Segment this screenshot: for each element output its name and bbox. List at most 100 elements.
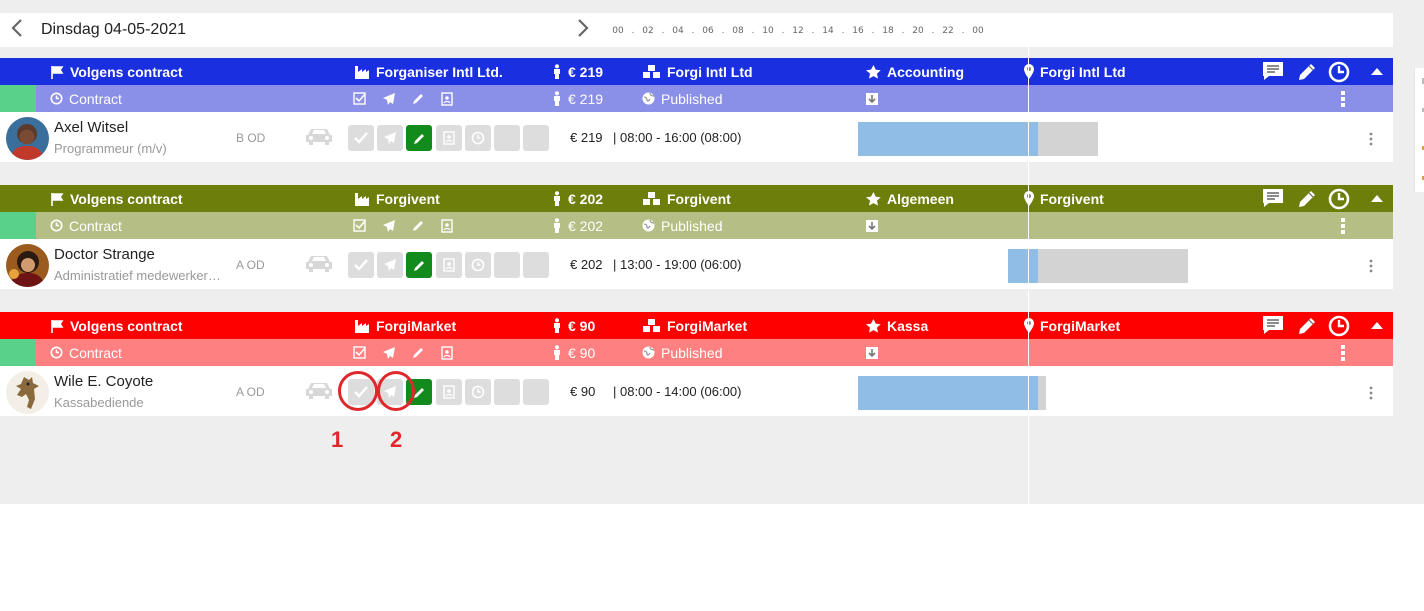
comment-icon[interactable]	[1262, 61, 1286, 83]
map-pin-icon	[1024, 191, 1034, 206]
planned-shift-bar[interactable]	[858, 376, 1038, 410]
employee-name[interactable]: Doctor Strange	[54, 246, 155, 263]
contact-button[interactable]	[436, 379, 462, 405]
hour-tick: .	[931, 26, 935, 36]
download-box-icon[interactable]	[866, 219, 890, 241]
clock-icon[interactable]	[1328, 188, 1352, 210]
download-box-icon[interactable]	[866, 92, 890, 114]
employee-row[interactable]: Axel Witsel Programmeur (m/v) B OD € 219…	[0, 112, 1393, 162]
factory-icon	[355, 192, 369, 206]
empty-action-button[interactable]	[523, 379, 549, 405]
comment-icon[interactable]	[1262, 188, 1286, 210]
hour-tick: .	[811, 26, 815, 36]
hour-tick: 16	[852, 26, 864, 36]
contact-button[interactable]	[436, 125, 462, 151]
chevron-left-icon[interactable]	[10, 18, 30, 42]
factory-icon	[355, 319, 369, 333]
contact-card-icon	[441, 91, 453, 106]
kebab-menu-icon[interactable]	[1338, 90, 1362, 112]
flag-icon	[51, 65, 64, 79]
group-header[interactable]: Volgens contract Forganiser Intl Ltd. € …	[0, 58, 1393, 85]
clock-icon[interactable]	[1328, 315, 1352, 337]
chevron-right-icon[interactable]	[576, 18, 596, 42]
send-button[interactable]	[377, 252, 403, 278]
remaining-shift-bar[interactable]	[1038, 122, 1098, 156]
employee-role: Kassabediende	[54, 395, 144, 410]
caret-up-icon[interactable]	[1369, 63, 1393, 85]
employee-name[interactable]: Axel Witsel	[54, 119, 128, 136]
car-icon[interactable]	[304, 126, 334, 151]
contract-label: Volgens contract	[70, 190, 183, 207]
kebab-menu-icon[interactable]	[1338, 217, 1362, 239]
contract-status: Contract	[50, 85, 122, 112]
hour-tick: 08	[732, 26, 744, 36]
empty-action-button[interactable]	[523, 125, 549, 151]
clock-icon[interactable]	[1328, 61, 1352, 83]
employee-row[interactable]: Doctor Strange Administratief medewerker…	[0, 239, 1393, 289]
send-icon	[384, 132, 396, 144]
hour-tick: 18	[882, 26, 894, 36]
edit-button[interactable]	[406, 125, 432, 151]
employee-name[interactable]: Wile E. Coyote	[54, 373, 153, 390]
pencil-icon[interactable]	[1296, 61, 1320, 83]
kebab-menu-icon[interactable]	[1338, 344, 1362, 366]
checkbox-icon	[353, 92, 366, 105]
pencil-small-icon	[413, 221, 423, 231]
star-icon	[866, 64, 881, 79]
kebab-menu-icon[interactable]	[1366, 386, 1376, 400]
map-pin-icon	[1024, 318, 1034, 333]
cost-label: € 219	[568, 63, 604, 80]
avatar[interactable]	[6, 244, 49, 287]
status-strip	[0, 339, 36, 366]
group-header[interactable]: Volgens contract Forgivent € 202 Forgive…	[0, 185, 1393, 212]
avatar[interactable]	[6, 117, 49, 160]
employee-row[interactable]: Wile E. Coyote Kassabediende A OD € 90 |…	[0, 366, 1393, 416]
contact-card-icon	[443, 385, 455, 399]
clock-button[interactable]	[465, 125, 491, 151]
caret-up-icon[interactable]	[1369, 190, 1393, 212]
empty-action-button[interactable]	[494, 252, 520, 278]
status-label: Contract	[69, 90, 122, 107]
clock-button[interactable]	[465, 252, 491, 278]
sub-action-icons	[353, 339, 453, 366]
employee-code: B OD	[236, 131, 266, 145]
send-button[interactable]	[377, 125, 403, 151]
planned-shift-bar[interactable]	[1008, 249, 1038, 283]
annotation-label-1: 1	[331, 427, 344, 452]
contact-button[interactable]	[436, 252, 462, 278]
download-box-icon[interactable]	[866, 346, 890, 368]
comment-icon[interactable]	[1262, 315, 1286, 337]
cost-label: € 202	[568, 190, 604, 207]
approve-button[interactable]	[348, 252, 374, 278]
kebab-menu-icon[interactable]	[1366, 259, 1376, 273]
clock-button[interactable]	[465, 379, 491, 405]
clock-icon	[471, 258, 485, 272]
caret-up-icon[interactable]	[1369, 317, 1393, 339]
employee-code: A OD	[236, 258, 265, 272]
car-icon[interactable]	[304, 253, 334, 278]
empty-action-button[interactable]	[523, 252, 549, 278]
remaining-shift-bar[interactable]	[1038, 376, 1046, 410]
star-icon	[866, 318, 881, 333]
empty-action-button[interactable]	[494, 125, 520, 151]
hour-tick: .	[871, 26, 875, 36]
planned-shift-bar[interactable]	[858, 122, 1038, 156]
contract-status: Contract	[50, 212, 122, 239]
kebab-menu-icon[interactable]	[1366, 132, 1376, 146]
avatar[interactable]	[6, 371, 49, 414]
location: Forgi Intl Ltd	[1024, 58, 1126, 85]
edit-button[interactable]	[406, 252, 432, 278]
hour-tick: 06	[702, 26, 714, 36]
cost-label: € 90	[568, 317, 596, 334]
employee-cost: € 90	[570, 384, 596, 399]
empty-action-button[interactable]	[494, 379, 520, 405]
car-icon[interactable]	[304, 380, 334, 405]
publish-label: Published	[661, 344, 723, 361]
pencil-icon[interactable]	[1296, 188, 1320, 210]
client-label: Forgi Intl Ltd	[667, 63, 753, 80]
pencil-icon[interactable]	[1296, 315, 1320, 337]
group-header[interactable]: Volgens contract ForgiMarket € 90 ForgiM…	[0, 312, 1393, 339]
approve-button[interactable]	[348, 125, 374, 151]
contract-type: Volgens contract	[50, 58, 183, 85]
remaining-shift-bar[interactable]	[1038, 249, 1188, 283]
